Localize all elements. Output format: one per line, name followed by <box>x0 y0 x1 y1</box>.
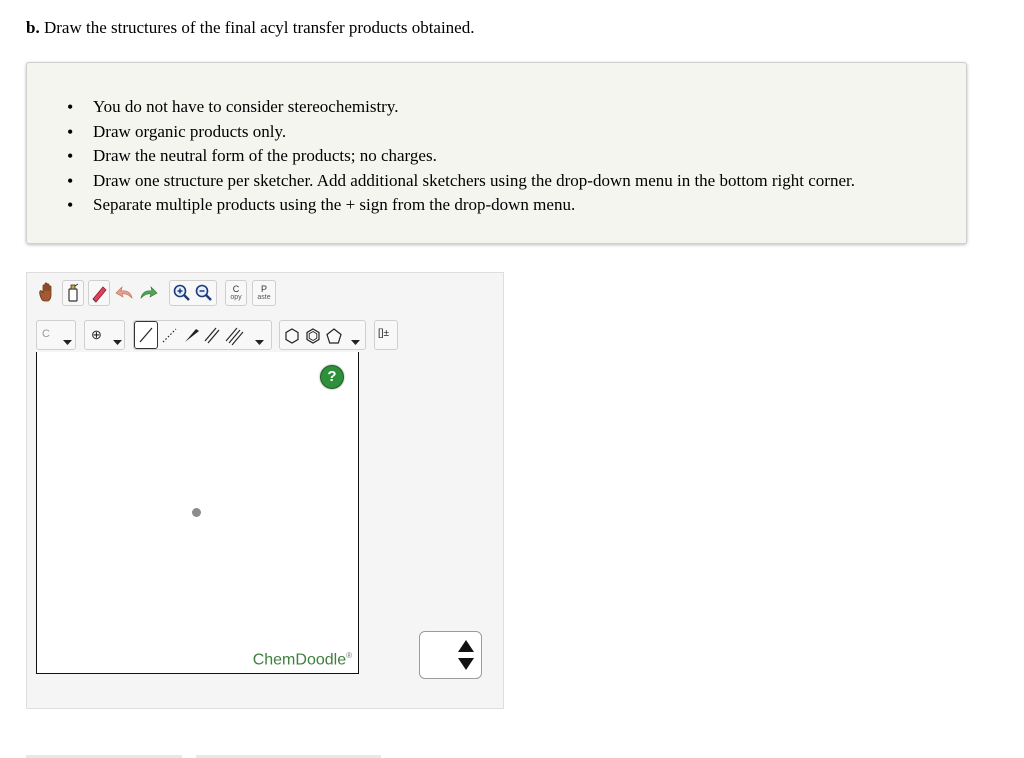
charge-selector[interactable]: ⊕ <box>84 320 125 350</box>
question-title: b. Draw the structures of the final acyl… <box>26 18 474 38</box>
chevron-down-icon[interactable] <box>351 333 360 351</box>
redo-icon[interactable] <box>137 280 159 306</box>
bond-tools <box>133 320 272 350</box>
element-label: C <box>42 328 50 340</box>
bracket-charge-button[interactable]: []± <box>374 320 398 350</box>
element-selector[interactable]: C <box>36 320 76 350</box>
benzene-icon[interactable] <box>304 327 322 350</box>
paste-button[interactable]: P aste <box>252 280 276 306</box>
zoom-out-icon[interactable] <box>194 283 214 308</box>
copy-button[interactable]: C opy <box>225 280 247 306</box>
undo-icon[interactable] <box>114 280 136 306</box>
cyclopentane-icon[interactable] <box>325 327 343 350</box>
sketcher-count-stepper[interactable] <box>419 631 482 679</box>
chevron-down-icon[interactable] <box>255 333 264 351</box>
question-text: Draw the structures of the final acyl tr… <box>43 18 475 37</box>
help-button[interactable]: ? <box>320 365 344 389</box>
brand-name: ChemDoodle <box>252 651 347 668</box>
cursor-dot <box>192 508 201 517</box>
eraser-icon[interactable] <box>88 280 110 306</box>
triangle-down-icon[interactable] <box>457 657 475 676</box>
pan-hand-icon[interactable] <box>36 280 58 306</box>
copy-label-top: C <box>232 284 240 294</box>
cyclohexane-icon[interactable] <box>283 327 301 350</box>
single-bond-icon[interactable] <box>134 321 158 349</box>
instruction-item: Separate multiple products using the + s… <box>67 193 855 218</box>
chevron-down-icon <box>113 333 122 351</box>
zoom-in-icon[interactable] <box>172 283 192 308</box>
clear-bottle-icon[interactable] <box>62 280 84 306</box>
bracket-label: []± <box>378 328 390 339</box>
dashed-bond-icon[interactable] <box>160 322 180 353</box>
instructions-panel: You do not have to consider stereochemis… <box>26 62 967 244</box>
brand-mark: ® <box>346 650 352 660</box>
ring-tools <box>279 320 366 350</box>
double-bond-icon[interactable] <box>202 322 222 353</box>
paste-label-top: P <box>260 284 267 294</box>
sketcher-panel: C opy P aste C ⊕ []± ? ChemDoodle® <box>26 272 504 709</box>
instruction-item: You do not have to consider stereochemis… <box>67 95 855 120</box>
instruction-item: Draw organic products only. <box>67 120 855 145</box>
chemdoodle-logo: ChemDoodle® <box>253 651 352 669</box>
wedge-bond-icon[interactable] <box>182 322 202 353</box>
drawing-canvas[interactable]: ? ChemDoodle® <box>36 352 359 674</box>
question-label: b. <box>26 18 40 37</box>
instruction-item: Draw the neutral form of the products; n… <box>67 144 855 169</box>
chevron-down-icon <box>63 333 72 351</box>
instructions-list: You do not have to consider stereochemis… <box>67 95 855 218</box>
zoom-group <box>169 280 217 306</box>
triple-bond-icon[interactable] <box>224 322 244 353</box>
copy-label-bottom: opy <box>230 294 242 301</box>
charge-label: ⊕ <box>91 327 102 342</box>
triangle-up-icon[interactable] <box>457 639 475 658</box>
paste-label-bottom: aste <box>257 294 271 301</box>
instruction-item: Draw one structure per sketcher. Add add… <box>67 169 855 194</box>
